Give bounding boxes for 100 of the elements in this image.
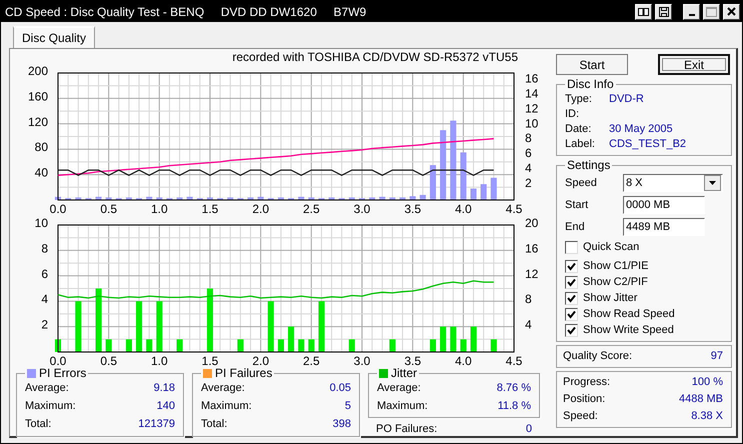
info-label: ID: bbox=[565, 107, 580, 122]
axis-label: 1.5 bbox=[202, 202, 218, 215]
checkbox-label: Show Read Speed bbox=[583, 307, 675, 322]
checkbox-label: Show C1/PIE bbox=[583, 259, 648, 274]
axis-label: 4.5 bbox=[506, 202, 522, 215]
info-label: Label: bbox=[565, 137, 596, 152]
axis-label: 3.5 bbox=[404, 354, 421, 367]
close-icon bbox=[727, 7, 736, 16]
group-title: PI Errors bbox=[25, 367, 88, 380]
progress-label: Position: bbox=[563, 392, 606, 407]
axis-label: 3.5 bbox=[404, 202, 421, 215]
stat-label: Maximum: bbox=[25, 399, 76, 414]
stat-label: Average: bbox=[377, 381, 421, 396]
checkbox-label: Show Jitter bbox=[583, 291, 638, 306]
axis-label: 0.0 bbox=[50, 202, 66, 215]
axis-label: 40 bbox=[34, 166, 48, 180]
axis-label: 2.0 bbox=[252, 354, 269, 367]
tab[interactable]: Disc Quality bbox=[13, 26, 96, 49]
checkbox-label: Show C2/PIF bbox=[583, 275, 648, 290]
checkbox-label: Show Write Speed bbox=[583, 323, 674, 338]
axis-label: 20 bbox=[525, 216, 538, 230]
field-label: Start bbox=[565, 199, 590, 211]
checkbox[interactable] bbox=[565, 308, 578, 321]
minimize-button[interactable] bbox=[683, 4, 700, 20]
maximize-button[interactable] bbox=[703, 4, 720, 20]
stat-value: 398 bbox=[332, 417, 351, 432]
axis-label: 4.0 bbox=[455, 202, 472, 215]
axis-label: 0.5 bbox=[100, 202, 117, 215]
axis-label: 2 bbox=[525, 176, 532, 190]
axis-label: 1.5 bbox=[202, 354, 218, 367]
group-title: Disc Info bbox=[566, 78, 615, 91]
save-button[interactable] bbox=[655, 4, 672, 20]
book-icon bbox=[638, 7, 649, 16]
checkbox[interactable] bbox=[565, 260, 578, 273]
stat-value: 9.18 bbox=[154, 381, 175, 396]
speed-dropdown[interactable]: 8 X bbox=[623, 174, 723, 192]
stat-value: 121379 bbox=[138, 417, 175, 432]
group-title: Jitter bbox=[377, 367, 420, 380]
progress-label: Speed: bbox=[563, 409, 598, 424]
group-title: PI Failures bbox=[201, 367, 274, 380]
stat-label: Maximum: bbox=[377, 399, 428, 414]
stat-value: 140 bbox=[156, 399, 175, 414]
field-label: End bbox=[565, 221, 586, 233]
stat-label: Average: bbox=[25, 381, 69, 396]
score-value: 97 bbox=[710, 349, 723, 364]
axis-label: 4 bbox=[525, 161, 532, 176]
window-title: CD Speed : Disc Quality Test - BENQ DVD DD DW1620 B7W9 bbox=[5, 4, 368, 18]
axis-label: 80 bbox=[34, 140, 48, 154]
axis-label: 3.0 bbox=[354, 202, 370, 215]
checkbox[interactable] bbox=[565, 292, 578, 305]
axis-label: 0.0 bbox=[50, 354, 66, 367]
progress-value: 4488 MB bbox=[678, 392, 723, 407]
input-field[interactable]: 0000 MB bbox=[623, 196, 705, 214]
checkbox[interactable] bbox=[565, 276, 578, 289]
dropdown-arrow-icon bbox=[709, 181, 716, 185]
stat-value: 11.8 % bbox=[498, 399, 531, 414]
axis-label: 10 bbox=[34, 216, 48, 230]
axis-label: 4.0 bbox=[455, 354, 472, 367]
axis-label: 4 bbox=[41, 292, 48, 306]
axis-label: 0.5 bbox=[100, 354, 117, 367]
checkbox-label: Quick Scan bbox=[583, 240, 640, 255]
info-value: CDS_TEST_B2 bbox=[609, 137, 688, 152]
axis-label: 2 bbox=[41, 318, 48, 332]
checkbox[interactable] bbox=[565, 324, 578, 337]
minimize-icon bbox=[688, 14, 694, 16]
info-value: 30 May 2005 bbox=[609, 122, 674, 137]
stat-value: 0 bbox=[526, 422, 532, 437]
checkbox[interactable] bbox=[565, 241, 578, 254]
axis-label: 8 bbox=[525, 131, 532, 146]
group-title: Settings bbox=[566, 159, 612, 172]
axis-label: 200 bbox=[28, 64, 48, 78]
axis-label: 12 bbox=[525, 101, 538, 116]
axis-label: 1.0 bbox=[151, 202, 168, 215]
push-button[interactable]: Exit bbox=[658, 54, 730, 75]
stat-value: 8.76 % bbox=[496, 381, 531, 396]
maximize-icon bbox=[706, 6, 717, 16]
axis-label: 4 bbox=[525, 318, 532, 332]
stat-label: Maximum: bbox=[201, 399, 252, 414]
info-label: Date: bbox=[565, 122, 592, 137]
stat-value: 5 bbox=[344, 399, 351, 414]
axis-label: 2.5 bbox=[303, 354, 320, 367]
axis-label: 14 bbox=[525, 86, 538, 100]
book-button[interactable] bbox=[635, 4, 652, 20]
axis-label: 1.0 bbox=[151, 354, 168, 367]
progress-value: 100 % bbox=[692, 375, 723, 390]
info-label: Type: bbox=[565, 92, 593, 107]
info-value: DVD-R bbox=[609, 92, 645, 107]
stat-label: Total: bbox=[201, 417, 228, 432]
axis-label: 2.5 bbox=[303, 202, 320, 215]
stat-label: Total: bbox=[25, 417, 52, 432]
axis-label: 8 bbox=[525, 292, 532, 306]
axis-label: 120 bbox=[28, 114, 48, 129]
axis-label: 6 bbox=[41, 266, 48, 281]
stat-label: PO Failures: bbox=[376, 422, 438, 437]
axis-label: 3.0 bbox=[354, 354, 370, 367]
input-field[interactable]: 4489 MB bbox=[623, 218, 705, 236]
axis-label: 16 bbox=[525, 71, 538, 86]
close-button[interactable] bbox=[723, 4, 740, 20]
axis-label: 4.5 bbox=[506, 354, 522, 367]
push-button[interactable]: Start bbox=[556, 54, 628, 75]
